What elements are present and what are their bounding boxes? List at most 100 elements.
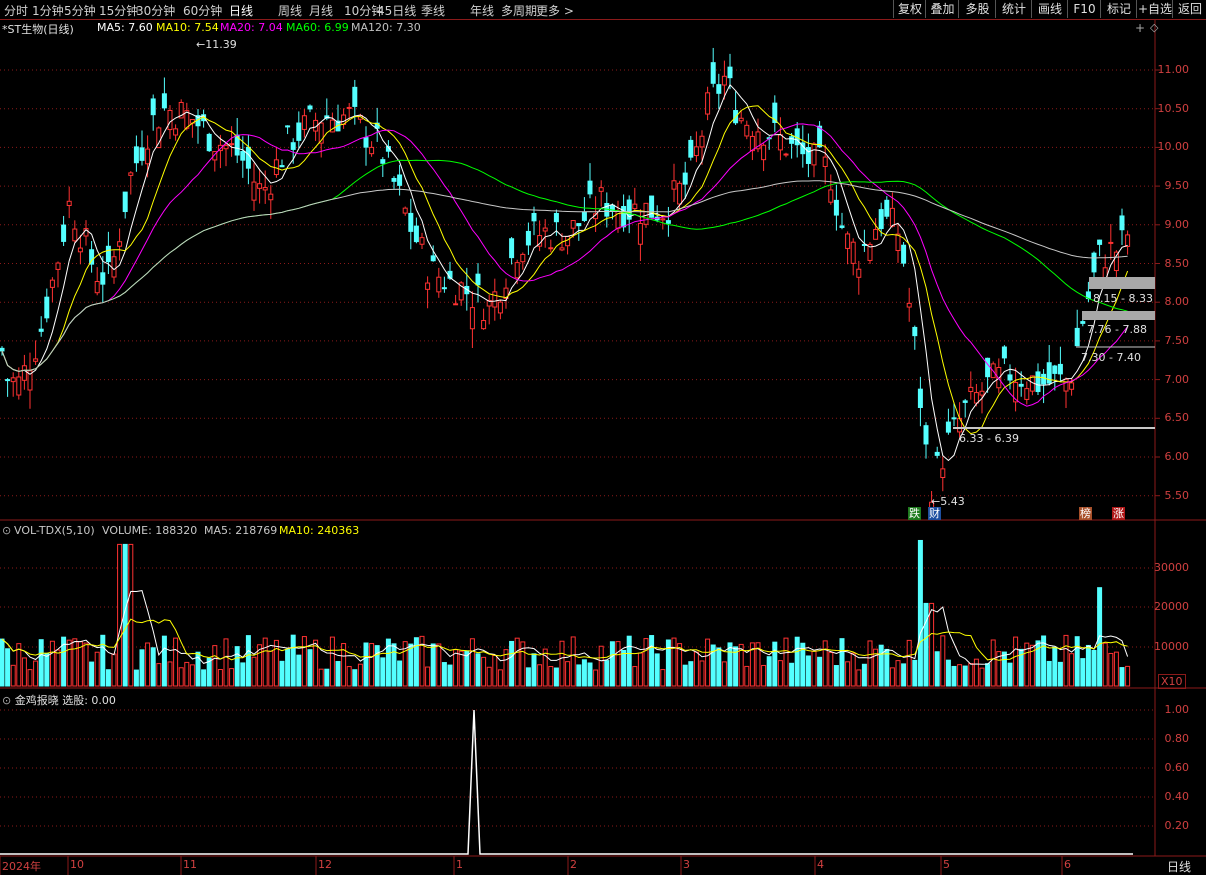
candle-body <box>559 247 565 251</box>
date-tick: 3 <box>683 858 690 871</box>
volume-bar <box>1013 636 1019 687</box>
volume-bar <box>346 666 352 687</box>
candle-body <box>290 142 296 150</box>
volume-bar <box>357 663 363 687</box>
candle-body <box>133 146 139 164</box>
volume-bar <box>979 667 985 687</box>
ma-legend-item: MA60: 6.99 <box>286 21 349 34</box>
volume-bar <box>44 652 50 687</box>
volume-bar <box>329 636 335 687</box>
candle-body <box>1091 252 1097 273</box>
volume-bar <box>962 665 968 687</box>
candle-body <box>727 66 733 79</box>
volume-bar <box>94 651 100 687</box>
candle-body <box>61 224 67 242</box>
volume-bar <box>912 659 918 687</box>
candle-body <box>1119 215 1125 231</box>
candle-body <box>553 212 559 223</box>
period-indicator[interactable]: 日线 <box>1167 858 1191 875</box>
volume-bar <box>1052 646 1058 687</box>
volume-tick: 10000 <box>1154 640 1189 653</box>
volume-bar <box>957 664 963 687</box>
range-label: 6.33 - 6.39 <box>959 432 1019 445</box>
volume-bar <box>559 640 565 687</box>
event-marker[interactable]: 财 <box>928 507 941 520</box>
indicator-icon: ⊙ <box>2 694 15 707</box>
candle-body <box>973 392 979 404</box>
candle-body <box>145 148 151 165</box>
volume-bar <box>324 668 330 687</box>
candle-body <box>632 203 638 210</box>
volume-bar <box>173 637 179 687</box>
volume-bar <box>212 645 218 687</box>
volume-bar <box>475 653 481 687</box>
volume-bar <box>570 636 576 687</box>
volume-bar <box>33 660 39 687</box>
volume-bar <box>525 667 531 687</box>
candle-body <box>979 390 985 396</box>
candle-body <box>1018 383 1024 387</box>
range-label: 7.30 - 7.40 <box>1081 351 1141 364</box>
volume-bar <box>486 666 492 687</box>
volume-bar <box>985 663 991 687</box>
candle-body <box>912 326 918 337</box>
candle-body <box>441 287 447 290</box>
volume-bar <box>654 653 660 687</box>
candle-body <box>789 136 795 144</box>
event-marker[interactable]: 涨 <box>1112 507 1125 520</box>
volume-bar <box>363 642 369 687</box>
event-marker[interactable]: 跌 <box>908 507 921 520</box>
volume-bar <box>615 641 621 687</box>
candle-body <box>783 153 789 156</box>
volume-bar <box>805 655 811 687</box>
volume-bar <box>609 641 615 687</box>
candle-body <box>643 202 649 225</box>
candle-body <box>161 93 167 109</box>
volume-bar <box>27 669 33 687</box>
volume-bar <box>161 635 167 687</box>
volume-bar <box>1091 649 1097 687</box>
candle-body <box>509 238 515 259</box>
volume-bar <box>604 660 610 687</box>
settings-cross-icon[interactable]: + <box>1135 21 1145 35</box>
volume-bar <box>783 637 789 687</box>
candle-body <box>917 388 923 408</box>
volume-bar <box>565 661 571 687</box>
volume-bar <box>374 645 380 687</box>
candle-body <box>744 124 750 137</box>
candle-body <box>962 400 968 403</box>
volume-bar <box>156 663 162 687</box>
volume-bar <box>408 643 414 687</box>
diamond-icon[interactable]: ◇ <box>1150 21 1158 34</box>
candle-body <box>380 159 386 164</box>
candle-body <box>1069 382 1075 390</box>
volume-bar <box>632 666 638 687</box>
candle-body <box>525 230 531 246</box>
volume-bar <box>1125 665 1131 687</box>
volume-bar <box>285 648 291 687</box>
volume-bar <box>307 649 313 687</box>
date-tick: 5 <box>943 858 950 871</box>
volume-bar <box>189 664 195 687</box>
candle-body <box>240 151 246 161</box>
candle-body <box>811 143 817 166</box>
candle-body <box>677 182 683 205</box>
kline-chart[interactable] <box>0 0 1206 875</box>
candle-body <box>279 165 285 168</box>
candle-body <box>1024 388 1030 400</box>
volume-bar <box>111 653 117 687</box>
volume-bar <box>268 650 274 687</box>
volume-bar <box>777 660 783 687</box>
volume-bar <box>548 666 554 687</box>
event-marker[interactable]: 榜 <box>1079 507 1092 520</box>
volume-bar <box>279 660 285 687</box>
candle-body <box>693 146 699 157</box>
volume-bar <box>201 669 207 687</box>
volume-bar <box>621 649 627 687</box>
candle-body <box>251 181 257 201</box>
candle-body <box>587 180 593 195</box>
volume-bar <box>951 665 957 687</box>
date-tick: 10 <box>70 858 84 871</box>
volume-bar <box>699 660 705 687</box>
volume-bar <box>1074 636 1080 687</box>
